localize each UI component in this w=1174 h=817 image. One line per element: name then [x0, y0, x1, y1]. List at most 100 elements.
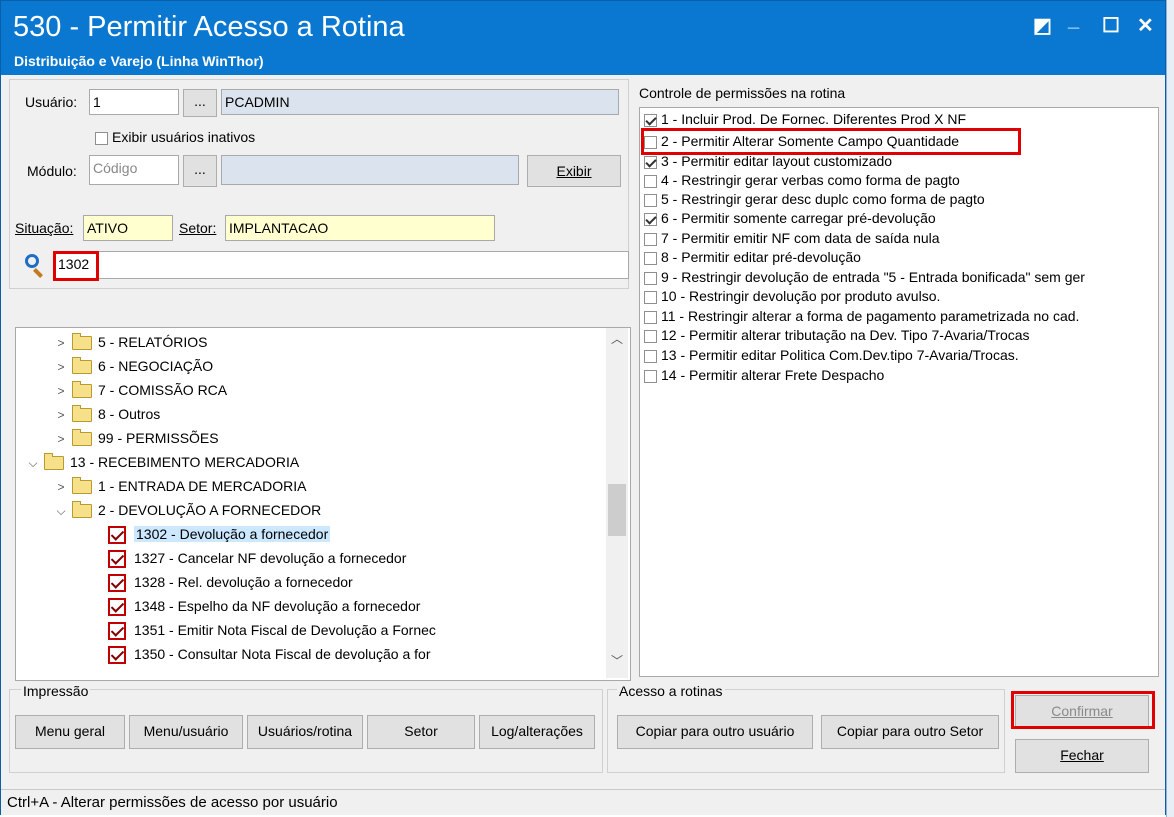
modulo-browse-button[interactable]: ... — [183, 155, 217, 187]
log-alteracoes-button[interactable]: Log/alterações — [479, 715, 595, 749]
checkbox-icon[interactable] — [108, 598, 126, 617]
tree-scrollbar[interactable]: ︿ ﹀ — [606, 328, 628, 678]
window-body: Usuário: 1 ... PCADMIN Exibir usuários i… — [3, 75, 1163, 787]
collapse-icon[interactable]: ⌵ — [54, 499, 68, 523]
checkbox-icon[interactable] — [108, 574, 126, 593]
tree-node-permissoes[interactable]: >99 - PERMISSÕES — [54, 426, 219, 450]
tree-node-recebimento[interactable]: ⌵ 13 - RECEBIMENTO MERCADORIA — [26, 450, 299, 474]
checkbox-icon[interactable] — [108, 646, 126, 665]
exibir-button[interactable]: Exibir — [527, 155, 621, 187]
permission-item[interactable]: 7 - Permitir emitir NF com data de saída… — [644, 229, 940, 248]
status-bar: Ctrl+A - Alterar permissões de acesso po… — [1, 789, 1165, 815]
modulo-code-input[interactable]: Código — [89, 155, 179, 185]
tree-leaf-1328[interactable]: 1328 - Rel. devolução a fornecedor — [108, 570, 353, 594]
scroll-thumb[interactable] — [608, 484, 626, 536]
tree-leaf-1348[interactable]: 1348 - Espelho da NF devolução a fornece… — [108, 594, 420, 618]
collapse-icon[interactable]: ⌵ — [26, 451, 40, 475]
tree-node-devolucao-fornecedor[interactable]: ⌵ 2 - DEVOLUÇÃO A FORNECEDOR — [54, 498, 321, 522]
window-title: 530 - Permitir Acesso a Rotina — [13, 11, 405, 43]
permission-item[interactable]: 6 - Permitir somente carregar pré-devolu… — [644, 209, 936, 228]
background-window-edge — [1166, 0, 1174, 817]
tree-leaf-1351[interactable]: 1351 - Emitir Nota Fiscal de Devolução a… — [108, 618, 436, 642]
checkbox[interactable] — [644, 174, 657, 188]
menu-usuario-button[interactable]: Menu/usuário — [129, 715, 243, 749]
permission-item[interactable]: 10 - Restringir devolução por produto av… — [644, 287, 940, 306]
fechar-button[interactable]: Fechar — [1015, 739, 1149, 773]
search-icon — [25, 254, 39, 268]
minimize-button[interactable]: _ — [1068, 9, 1079, 32]
expand-icon[interactable]: > — [54, 427, 68, 451]
restore-icon[interactable]: ◩ — [1033, 13, 1052, 38]
menu-geral-button[interactable]: Menu geral — [15, 715, 125, 749]
permission-item[interactable]: 8 - Permitir editar pré-devolução — [644, 248, 861, 267]
permission-item[interactable]: 4 - Restringir gerar verbas como forma d… — [644, 171, 960, 190]
modulo-label: Módulo: — [27, 163, 77, 179]
usuarios-rotina-button[interactable]: Usuários/rotina — [247, 715, 363, 749]
checkbox[interactable] — [644, 155, 657, 169]
checkbox[interactable] — [644, 349, 657, 363]
checkbox-icon[interactable] — [108, 526, 126, 545]
checkbox[interactable] — [644, 369, 657, 383]
tree-node-entrada[interactable]: >1 - ENTRADA DE MERCADORIA — [54, 474, 306, 498]
acesso-title: Acesso a rotinas — [617, 683, 725, 699]
scroll-down-icon[interactable]: ﹀ — [611, 652, 623, 669]
expand-icon[interactable]: > — [54, 331, 68, 355]
tree-node-relatorios[interactable]: >5 - RELATÓRIOS — [54, 330, 207, 354]
expand-icon[interactable]: > — [54, 403, 68, 427]
permission-item[interactable]: 1 - Incluir Prod. De Fornec. Diferentes … — [644, 110, 966, 129]
setor-value: IMPLANTACAO — [225, 215, 495, 241]
tree-node-negociacao[interactable]: >6 - NEGOCIAÇÃO — [54, 354, 213, 378]
permission-item[interactable]: 14 - Permitir alterar Frete Despacho — [644, 366, 884, 385]
permission-highlight — [641, 128, 1021, 155]
usuario-name-field: PCADMIN — [221, 89, 619, 115]
checkbox[interactable] — [644, 193, 657, 207]
checkbox-icon[interactable] — [108, 622, 126, 641]
main-window: 530 - Permitir Acesso a Rotina Distribui… — [0, 0, 1166, 815]
checkbox[interactable] — [644, 271, 657, 285]
close-button[interactable]: ✕ — [1137, 13, 1154, 38]
expand-icon[interactable]: > — [54, 355, 68, 379]
tree-node-comissao[interactable]: >7 - COMISSÃO RCA — [54, 378, 227, 402]
inactive-users-option[interactable]: Exibir usuários inativos — [95, 129, 255, 145]
routine-tree[interactable]: >5 - RELATÓRIOS >6 - NEGOCIAÇÃO >7 - COM… — [15, 327, 631, 681]
modulo-name-field — [221, 155, 519, 185]
usuario-code-input[interactable]: 1 — [89, 89, 179, 115]
checkbox[interactable] — [644, 212, 657, 226]
inactive-users-checkbox[interactable] — [95, 131, 108, 145]
checkbox[interactable] — [644, 251, 657, 265]
usuario-label: Usuário: — [25, 94, 78, 110]
checkbox[interactable] — [644, 232, 657, 246]
checkbox[interactable] — [644, 310, 657, 324]
checkbox[interactable] — [644, 329, 657, 343]
permission-item[interactable]: 13 - Permitir editar Politica Com.Dev.ti… — [644, 346, 1019, 365]
tree-leaf-1327[interactable]: 1327 - Cancelar NF devolução a fornecedo… — [108, 546, 406, 570]
permission-item[interactable]: 9 - Restringir devolução de entrada "5 -… — [644, 268, 1157, 287]
permission-item[interactable]: 12 - Permitir alterar tributação na Dev.… — [644, 326, 1030, 345]
usuario-browse-button[interactable]: ... — [183, 89, 217, 117]
setor-button[interactable]: Setor — [367, 715, 475, 749]
tree-leaf-1350[interactable]: 1350 - Consultar Nota Fiscal de devoluçã… — [108, 642, 431, 666]
checkbox-icon[interactable] — [108, 550, 126, 569]
permission-item[interactable]: 3 - Permitir editar layout customizado — [644, 152, 892, 171]
permission-item[interactable]: 11 - Restringir alterar a forma de pagam… — [644, 307, 1157, 326]
expand-icon[interactable]: > — [54, 379, 68, 403]
title-bar: 530 - Permitir Acesso a Rotina Distribui… — [1, 1, 1165, 75]
scroll-up-icon[interactable]: ︿ — [611, 330, 623, 347]
folder-icon — [72, 477, 92, 495]
situacao-label: Situação: — [15, 220, 74, 236]
folder-icon — [72, 429, 92, 447]
copiar-setor-button[interactable]: Copiar para outro Setor — [821, 715, 999, 749]
tree-node-outros[interactable]: >8 - Outros — [54, 402, 160, 426]
window-subtitle: Distribuição e Varejo (Linha WinThor) — [14, 53, 264, 69]
expand-icon[interactable]: > — [54, 475, 68, 499]
permission-item[interactable]: 5 - Restringir gerar desc duplc como for… — [644, 190, 985, 209]
checkbox[interactable] — [644, 290, 657, 304]
search-highlight — [53, 251, 99, 281]
copiar-usuario-button[interactable]: Copiar para outro usuário — [617, 715, 813, 749]
folder-icon — [72, 381, 92, 399]
inactive-users-label: Exibir usuários inativos — [112, 129, 256, 145]
tree-leaf-1302[interactable]: 1302 - Devolução a fornecedor — [108, 522, 331, 546]
checkbox[interactable] — [644, 113, 657, 127]
maximize-button[interactable]: ☐ — [1102, 13, 1120, 38]
search-input[interactable]: 1302 — [53, 251, 629, 279]
